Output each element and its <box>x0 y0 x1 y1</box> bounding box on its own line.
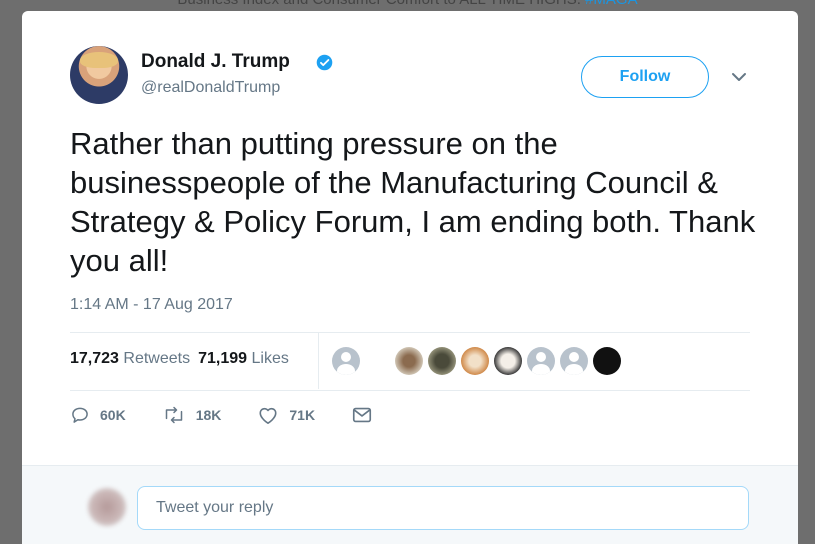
tweet-actions: 60K 18K 71K <box>70 405 419 425</box>
tweet-timestamp[interactable]: 1:14 AM - 17 Aug 2017 <box>70 296 233 314</box>
heart-icon <box>259 407 277 424</box>
liker-avatar[interactable] <box>395 347 423 375</box>
author-handle[interactable]: @realDonaldTrump <box>141 79 280 97</box>
reply-action[interactable]: 60K <box>70 405 126 425</box>
tweet-card: Donald J. Trump @realDonaldTrump Follow … <box>22 11 798 544</box>
liker-avatar[interactable] <box>332 347 360 375</box>
stats-vertical-divider <box>318 333 319 389</box>
reply-icon <box>72 407 88 423</box>
retweet-icon <box>165 406 182 424</box>
likes-stat[interactable]: 71,199 Likes <box>198 350 289 368</box>
reply-count: 60K <box>100 407 126 423</box>
envelope-icon <box>352 407 372 423</box>
background-hashtag-link[interactable]: #MAGA <box>585 0 638 8</box>
liker-avatars <box>332 347 626 375</box>
reply-input[interactable]: Tweet your reply <box>137 486 749 530</box>
follow-button[interactable]: Follow <box>581 56 709 98</box>
stats-top-divider <box>70 332 750 333</box>
like-count: 71K <box>289 407 316 423</box>
viewer-avatar <box>88 488 126 526</box>
author-avatar[interactable] <box>70 46 128 104</box>
liker-avatar[interactable] <box>461 347 489 375</box>
engagement-stats: 17,723 Retweets 71,199 Likes <box>70 350 289 368</box>
liker-avatar[interactable] <box>527 347 555 375</box>
stats-bottom-divider <box>70 390 750 391</box>
reply-composer: Tweet your reply <box>22 465 798 544</box>
background-tweet-text: Business Index and Consumer Comfort to A… <box>0 0 815 8</box>
background-tweet-body: Business Index and Consumer Comfort to A… <box>177 0 581 8</box>
verified-badge-icon <box>316 54 333 71</box>
retweet-action[interactable]: 18K <box>162 405 222 425</box>
retweet-count: 18K <box>195 407 222 423</box>
tweet-text: Rather than putting pressure on the busi… <box>70 126 756 278</box>
like-action[interactable]: 71K <box>257 405 315 425</box>
reply-placeholder: Tweet your reply <box>156 499 274 516</box>
liker-avatar[interactable] <box>560 347 588 375</box>
liker-avatar[interactable] <box>428 347 456 375</box>
liker-avatar[interactable] <box>593 347 621 375</box>
direct-message-action[interactable] <box>351 405 383 425</box>
author-name[interactable]: Donald J. Trump <box>141 51 290 73</box>
retweets-stat[interactable]: 17,723 Retweets <box>70 350 190 368</box>
chevron-down-icon[interactable] <box>728 69 750 85</box>
liker-avatar[interactable] <box>494 347 522 375</box>
